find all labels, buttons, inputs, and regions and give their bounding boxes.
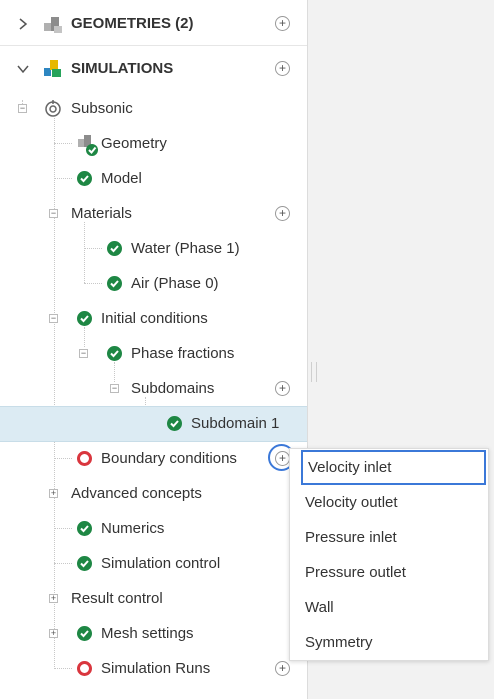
- collapse-toggle[interactable]: −: [49, 314, 58, 323]
- collapse-toggle[interactable]: −: [79, 349, 88, 358]
- menu-item-pressure-outlet[interactable]: Pressure outlet: [290, 555, 488, 590]
- menu-item-wall[interactable]: Wall: [290, 590, 488, 625]
- tree-item-advanced-concepts[interactable]: + Advanced concepts: [0, 476, 307, 511]
- tree-item-label: Initial conditions: [101, 310, 208, 327]
- check-icon: [77, 521, 92, 536]
- simulations-section[interactable]: SIMULATIONS +: [0, 51, 307, 86]
- tree-item-label: Model: [101, 170, 142, 187]
- tree-item-label: Water (Phase 1): [131, 240, 240, 257]
- menu-item-pressure-inlet[interactable]: Pressure inlet: [290, 520, 488, 555]
- tree-item-subdomain-1[interactable]: Subdomain 1: [0, 406, 307, 442]
- menu-item-velocity-inlet[interactable]: Velocity inlet: [301, 450, 486, 485]
- expand-toggle[interactable]: +: [49, 489, 58, 498]
- tree-item-label: Mesh settings: [101, 625, 194, 642]
- expand-toggle[interactable]: +: [49, 629, 58, 638]
- add-simulation-run-button[interactable]: +: [275, 661, 290, 676]
- check-icon: [77, 556, 92, 571]
- tree-item-label: Geometry: [101, 135, 167, 152]
- simulation-cubes-icon: [44, 60, 61, 77]
- tree-item-label: Subdomain 1: [191, 415, 280, 432]
- tree-item-label: Simulation control: [101, 555, 221, 572]
- tree-item-geometry[interactable]: Geometry: [0, 126, 307, 161]
- geometry-check-icon: [78, 135, 98, 156]
- tree-item-model[interactable]: Model: [0, 161, 307, 196]
- tree-item-subdomains[interactable]: − Subdomains +: [0, 371, 307, 406]
- tree-item-label: Boundary conditions: [101, 450, 237, 467]
- simulation-tree-panel: GEOMETRIES (2) + SIMULATIONS + − Subsoni…: [0, 0, 308, 699]
- add-material-button[interactable]: +: [275, 206, 290, 221]
- simulation-gear-icon: [45, 100, 61, 117]
- expand-toggle[interactable]: +: [49, 594, 58, 603]
- error-icon: [77, 661, 92, 676]
- menu-item-velocity-outlet[interactable]: Velocity outlet: [290, 485, 488, 520]
- tree-item-simulation-runs[interactable]: Simulation Runs +: [0, 651, 307, 686]
- chevron-down-icon[interactable]: [17, 63, 29, 75]
- panel-resize-handle[interactable]: [311, 362, 317, 382]
- tree-item-numerics[interactable]: Numerics: [0, 511, 307, 546]
- tree-item-subsonic[interactable]: − Subsonic: [0, 91, 307, 126]
- tree-item-label: Subsonic: [71, 100, 133, 117]
- tree-item-label: Materials: [71, 205, 132, 222]
- collapse-toggle[interactable]: −: [18, 104, 27, 113]
- add-subdomain-button[interactable]: +: [275, 381, 290, 396]
- menu-item-symmetry[interactable]: Symmetry: [290, 625, 488, 660]
- tree-item-label: Simulation Runs: [101, 660, 211, 677]
- check-icon: [77, 171, 92, 186]
- tree-item-label: Result control: [71, 590, 163, 607]
- add-geometry-button[interactable]: +: [275, 16, 290, 31]
- check-icon: [107, 346, 122, 361]
- tree-item-initial-conditions[interactable]: − Initial conditions: [0, 301, 307, 336]
- geometries-section[interactable]: GEOMETRIES (2) +: [0, 6, 307, 41]
- chevron-right-icon[interactable]: [17, 18, 29, 30]
- collapse-toggle[interactable]: −: [110, 384, 119, 393]
- boundary-condition-menu: Velocity inlet Velocity outlet Pressure …: [289, 448, 489, 661]
- tree-item-label: Subdomains: [131, 380, 215, 397]
- tree-item-label: Air (Phase 0): [131, 275, 219, 292]
- check-icon: [77, 626, 92, 641]
- check-icon: [77, 311, 92, 326]
- simulations-label: SIMULATIONS: [71, 60, 174, 77]
- check-icon: [107, 276, 122, 291]
- tree-item-label: Numerics: [101, 520, 165, 537]
- geometry-cubes-icon: [44, 17, 62, 33]
- section-divider: [0, 45, 307, 46]
- collapse-toggle[interactable]: −: [49, 209, 58, 218]
- add-simulation-button[interactable]: +: [275, 61, 290, 76]
- tree-item-result-control[interactable]: + Result control: [0, 581, 307, 616]
- tree-item-mesh-settings[interactable]: + Mesh settings: [0, 616, 307, 651]
- check-icon: [107, 241, 122, 256]
- tree-item-label: Phase fractions: [131, 345, 235, 362]
- tree-item-materials[interactable]: − Materials +: [0, 196, 307, 231]
- tree-item-boundary-conditions[interactable]: Boundary conditions +: [0, 441, 307, 476]
- tree-item-simulation-control[interactable]: Simulation control: [0, 546, 307, 581]
- geometries-label: GEOMETRIES (2): [71, 15, 194, 32]
- check-icon: [167, 416, 182, 431]
- tree-item-label: Advanced concepts: [71, 485, 202, 502]
- tree-item-phase-fractions[interactable]: − Phase fractions: [0, 336, 307, 371]
- tree-item-water[interactable]: Water (Phase 1): [0, 231, 307, 266]
- tree-item-air[interactable]: Air (Phase 0): [0, 266, 307, 301]
- error-icon: [77, 451, 92, 466]
